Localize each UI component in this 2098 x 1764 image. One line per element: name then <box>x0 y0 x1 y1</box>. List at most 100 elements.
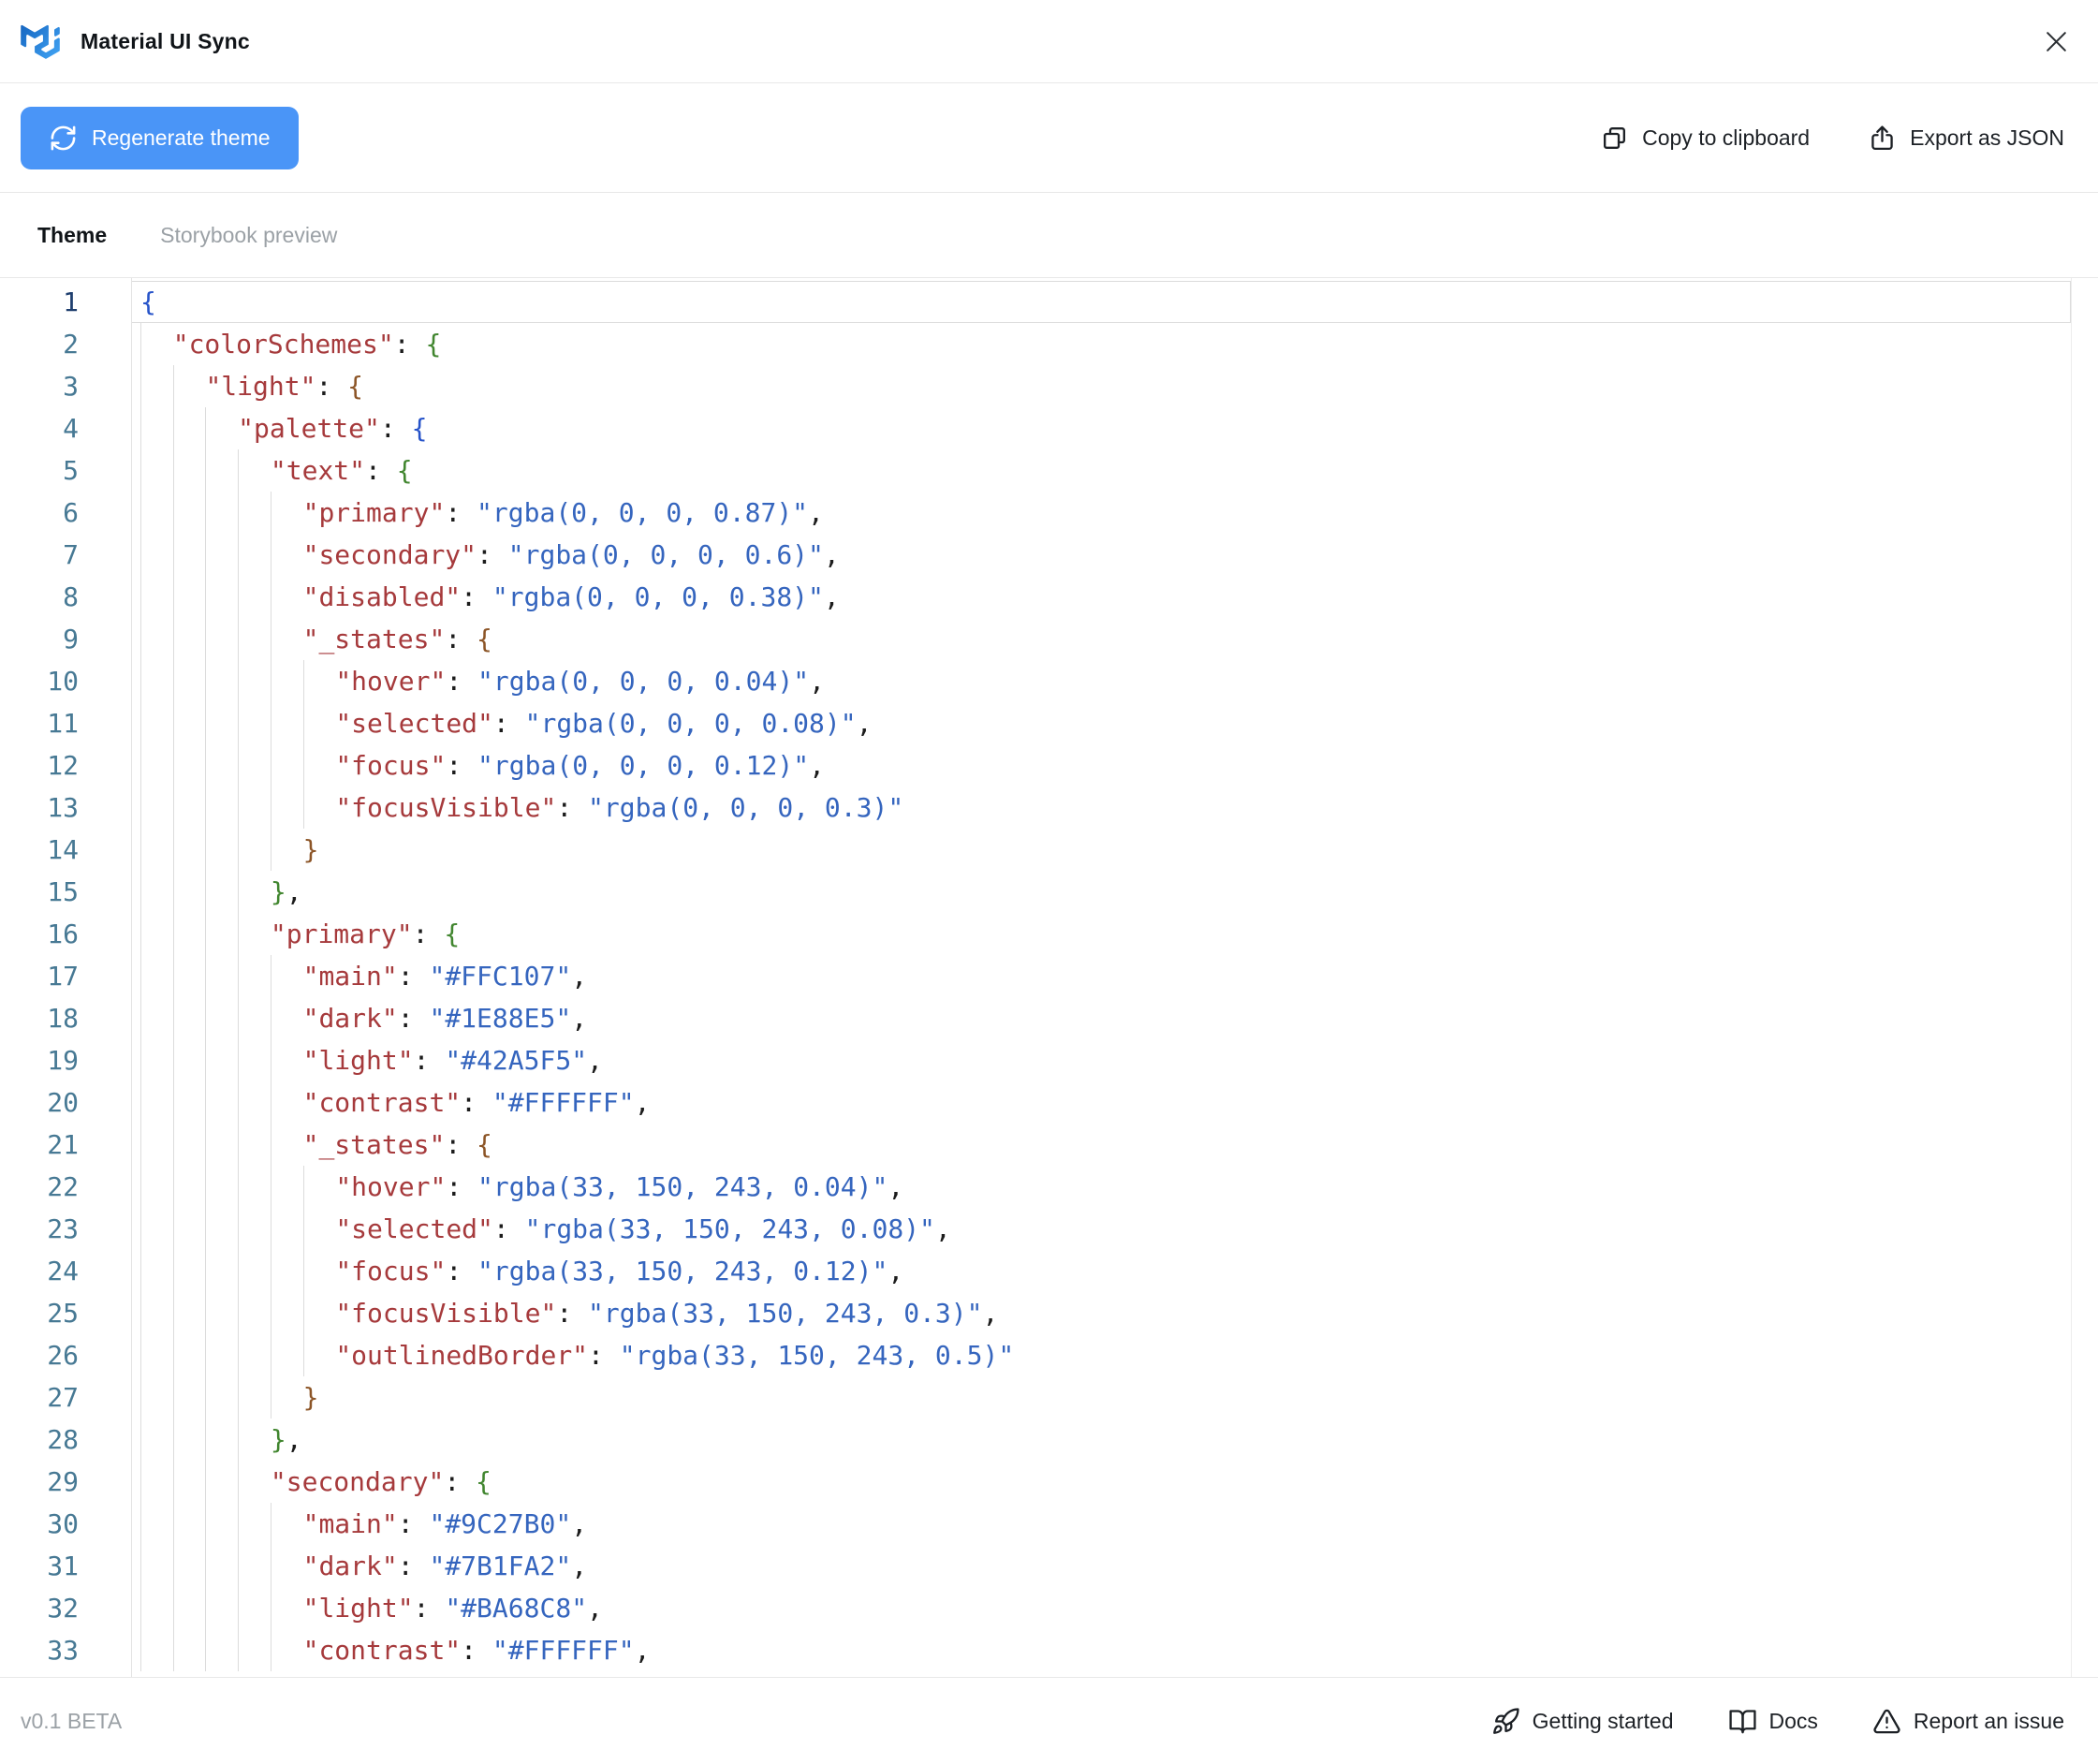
code-line-content: "selected": "rgba(33, 150, 243, 0.08)", <box>131 1208 2071 1250</box>
code-line[interactable]: 14 } <box>0 829 2071 871</box>
code-line[interactable]: 6 "primary": "rgba(0, 0, 0, 0.87)", <box>0 492 2071 534</box>
indent-guide <box>173 1461 206 1503</box>
indent-guide <box>238 997 271 1039</box>
indent-guide <box>205 576 238 618</box>
code-line-content: "_states": { <box>131 1124 2071 1166</box>
close-button[interactable] <box>2040 25 2072 57</box>
indent-guide <box>205 492 238 534</box>
code-line[interactable]: 31 "dark": "#7B1FA2", <box>0 1545 2071 1587</box>
code-line[interactable]: 28 }, <box>0 1419 2071 1461</box>
line-number: 3 <box>0 365 131 407</box>
code-line-content: }, <box>131 1419 2071 1461</box>
tab-theme[interactable]: Theme <box>37 223 107 248</box>
indent-guide <box>303 1208 336 1250</box>
docs-link[interactable]: Docs <box>1728 1707 1818 1736</box>
line-number: 33 <box>0 1629 131 1671</box>
regenerate-theme-button[interactable]: Regenerate theme <box>21 107 299 169</box>
code-line[interactable]: 33 "contrast": "#FFFFFF", <box>0 1629 2071 1671</box>
code-line[interactable]: 29 "secondary": { <box>0 1461 2071 1503</box>
code-line-content: "contrast": "#FFFFFF", <box>131 1081 2071 1124</box>
code-line-content: "colorSchemes": { <box>131 323 2071 365</box>
code-line[interactable]: 7 "secondary": "rgba(0, 0, 0, 0.6)", <box>0 534 2071 576</box>
indent-guide <box>303 1250 336 1292</box>
mui-logo <box>21 24 60 59</box>
line-number: 19 <box>0 1039 131 1081</box>
code-line[interactable]: 3 "light": { <box>0 365 2071 407</box>
indent-guide <box>140 829 173 871</box>
indent-guide <box>238 955 271 997</box>
code-line[interactable]: 23 "selected": "rgba(33, 150, 243, 0.08)… <box>0 1208 2071 1250</box>
copy-to-clipboard-button[interactable]: Copy to clipboard <box>1600 124 1810 153</box>
indent-guide <box>140 1587 173 1629</box>
export-as-json-label: Export as JSON <box>1910 125 2064 151</box>
indent-guide <box>271 660 303 702</box>
indent-guide <box>205 1250 238 1292</box>
code-line-content: "light": { <box>131 365 2071 407</box>
version-badge: v0.1 BETA <box>21 1709 122 1734</box>
code-line[interactable]: 11 "selected": "rgba(0, 0, 0, 0.08)", <box>0 702 2071 744</box>
line-number: 23 <box>0 1208 131 1250</box>
indent-guide <box>173 1124 206 1166</box>
report-issue-link[interactable]: Report an issue <box>1872 1707 2064 1736</box>
indent-guide <box>205 744 238 786</box>
theme-code-editor[interactable]: 1{2 "colorSchemes": {3 "light": {4 "pale… <box>0 277 2098 1677</box>
line-number: 14 <box>0 829 131 871</box>
code-line-content: "light": "#BA68C8", <box>131 1587 2071 1629</box>
code-line[interactable]: 15 }, <box>0 871 2071 913</box>
indent-guide <box>238 1166 271 1208</box>
code-line[interactable]: 18 "dark": "#1E88E5", <box>0 997 2071 1039</box>
line-number: 12 <box>0 744 131 786</box>
code-line[interactable]: 20 "contrast": "#FFFFFF", <box>0 1081 2071 1124</box>
code-line[interactable]: 21 "_states": { <box>0 1124 2071 1166</box>
indent-guide <box>140 702 173 744</box>
code-line[interactable]: 4 "palette": { <box>0 407 2071 449</box>
code-line[interactable]: 32 "light": "#BA68C8", <box>0 1587 2071 1629</box>
code-line[interactable]: 30 "main": "#9C27B0", <box>0 1503 2071 1545</box>
code-line[interactable]: 27 } <box>0 1376 2071 1419</box>
code-line-content: "_states": { <box>131 618 2071 660</box>
line-number: 28 <box>0 1419 131 1461</box>
indent-guide <box>238 1250 271 1292</box>
code-line[interactable]: 1{ <box>0 281 2071 323</box>
line-number: 9 <box>0 618 131 660</box>
code-line-content: "text": { <box>131 449 2071 492</box>
indent-guide <box>238 1334 271 1376</box>
indent-guide <box>238 1081 271 1124</box>
export-as-json-button[interactable]: Export as JSON <box>1868 124 2064 153</box>
getting-started-link[interactable]: Getting started <box>1491 1707 1674 1736</box>
indent-guide <box>205 618 238 660</box>
code-line[interactable]: 12 "focus": "rgba(0, 0, 0, 0.12)", <box>0 744 2071 786</box>
indent-guide <box>238 534 271 576</box>
tab-storybook-preview[interactable]: Storybook preview <box>160 223 337 248</box>
indent-guide <box>140 1334 173 1376</box>
indent-guide <box>238 744 271 786</box>
header: Material UI Sync <box>0 0 2098 83</box>
indent-guide <box>205 955 238 997</box>
indent-guide <box>271 786 303 829</box>
indent-guide <box>140 1124 173 1166</box>
code-line[interactable]: 2 "colorSchemes": { <box>0 323 2071 365</box>
indent-guide <box>140 1208 173 1250</box>
code-line[interactable]: 24 "focus": "rgba(33, 150, 243, 0.12)", <box>0 1250 2071 1292</box>
indent-guide <box>140 744 173 786</box>
code-line[interactable]: 16 "primary": { <box>0 913 2071 955</box>
code-line[interactable]: 13 "focusVisible": "rgba(0, 0, 0, 0.3)" <box>0 786 2071 829</box>
indent-guide <box>271 1545 303 1587</box>
code-line[interactable]: 17 "main": "#FFC107", <box>0 955 2071 997</box>
code-line[interactable]: 19 "light": "#42A5F5", <box>0 1039 2071 1081</box>
toolbar-right: Copy to clipboard Export as JSON <box>1600 124 2064 153</box>
code-line[interactable]: 26 "outlinedBorder": "rgba(33, 150, 243,… <box>0 1334 2071 1376</box>
code-line-content: "contrast": "#FFFFFF", <box>131 1629 2071 1671</box>
line-number: 1 <box>0 281 131 323</box>
code-line[interactable]: 8 "disabled": "rgba(0, 0, 0, 0.38)", <box>0 576 2071 618</box>
code-line[interactable]: 10 "hover": "rgba(0, 0, 0, 0.04)", <box>0 660 2071 702</box>
code-line[interactable]: 9 "_states": { <box>0 618 2071 660</box>
code-line[interactable]: 5 "text": { <box>0 449 2071 492</box>
code-line[interactable]: 25 "focusVisible": "rgba(33, 150, 243, 0… <box>0 1292 2071 1334</box>
indent-guide <box>238 1292 271 1334</box>
code-line[interactable]: 22 "hover": "rgba(33, 150, 243, 0.04)", <box>0 1166 2071 1208</box>
indent-guide <box>140 660 173 702</box>
indent-guide <box>271 1250 303 1292</box>
indent-guide <box>173 786 206 829</box>
line-number: 29 <box>0 1461 131 1503</box>
